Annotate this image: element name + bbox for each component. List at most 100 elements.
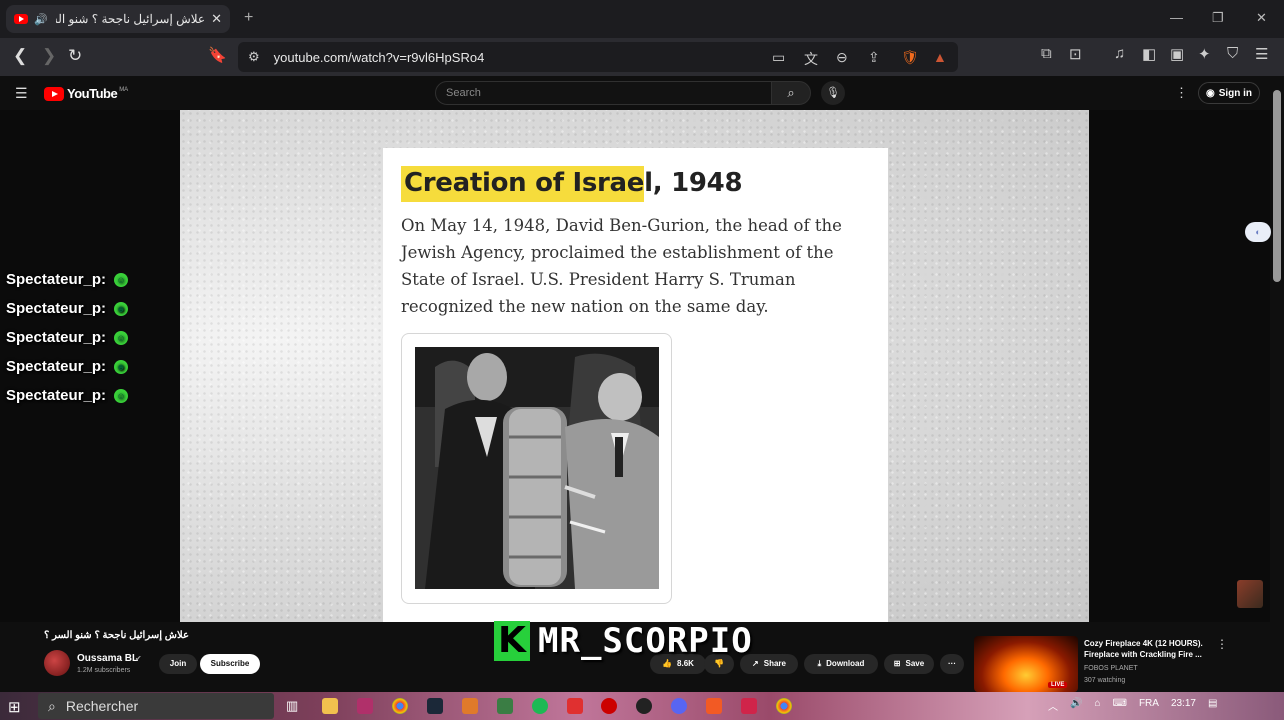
app-icon[interactable]: [567, 698, 583, 714]
screenshot-icon[interactable]: ⊡: [1069, 45, 1082, 63]
app-icon[interactable]: [497, 698, 513, 714]
bookmark-icon[interactable]: 🔖: [208, 46, 227, 64]
chrome-icon[interactable]: [776, 698, 792, 714]
share-icon[interactable]: ⇪: [868, 49, 880, 66]
volume-icon[interactable]: 🔊: [1070, 698, 1082, 713]
download-icon: ⤓: [817, 659, 822, 668]
windows-start-icon[interactable]: ⊞: [8, 698, 21, 716]
tab-close-icon[interactable]: ✕: [211, 11, 222, 27]
brave-icon[interactable]: [706, 698, 722, 714]
channel-avatar[interactable]: [44, 650, 70, 676]
browser-tab-bar: 🔊 علاش إسرائيل ناجحة ؟ شنو السر ؟ ✕ + — …: [0, 0, 1284, 38]
speaker-icon[interactable]: 🔊: [34, 13, 48, 26]
search-button[interactable]: ⌕: [771, 81, 811, 105]
youtube-logo[interactable]: YouTube MA: [44, 86, 128, 101]
save-icon: ⊞: [893, 659, 901, 668]
leo-ai-icon[interactable]: ✦: [1198, 45, 1211, 63]
brave-shields-icon[interactable]: 🛡: [901, 49, 919, 66]
historical-photo: [415, 347, 659, 589]
title-rest: l, 1948: [644, 168, 743, 198]
chevron-up-icon[interactable]: ︿: [1048, 698, 1058, 713]
new-tab-button[interactable]: +: [244, 9, 253, 27]
browser-toolbar: ❮ ❯ ↻ 🔖 ⚙ youtube.com/watch?v=r9vl6HpSRo…: [0, 38, 1284, 76]
subscribe-button[interactable]: Subscribe: [200, 654, 260, 674]
chat-message: Spectateur_p: ☺: [6, 387, 129, 404]
more-options-icon[interactable]: ⋮: [1175, 85, 1188, 101]
discord-icon[interactable]: [671, 698, 687, 714]
card-title: Creation of Israel, 1948: [401, 166, 743, 202]
live-badge: LIVE: [1048, 682, 1068, 688]
search-icon: ⌕: [48, 697, 56, 714]
youtube-header: ☰ YouTube MA Search ⌕ 🎙 ⋮ ◉ Sign in: [0, 76, 1284, 110]
clock[interactable]: 23:17: [1171, 698, 1196, 713]
recommended-video-title[interactable]: Cozy Fireplace 4K (12 HOURS). Fireplace …: [1084, 638, 1214, 660]
smile-emoji-icon: ☻: [114, 301, 129, 316]
back-icon[interactable]: ❮: [13, 46, 27, 66]
menu-icon[interactable]: ☰: [1255, 45, 1268, 63]
video-title: علاش إسرائيل ناجحة ؟ شنو السر ؟: [44, 630, 189, 641]
zoom-icon[interactable]: ⊖: [836, 49, 848, 66]
obs-icon[interactable]: [636, 698, 652, 714]
channel-name[interactable]: Oussama BL: [77, 653, 138, 664]
media-icon[interactable]: ♫: [1114, 45, 1125, 62]
record-icon[interactable]: [601, 698, 617, 714]
address-bar[interactable]: ⚙ youtube.com/watch?v=r9vl6HpSRo4: [238, 42, 958, 72]
minimize-button[interactable]: —: [1170, 10, 1183, 25]
recommended-channel[interactable]: FOBOS PLANET: [1084, 665, 1138, 672]
hamburger-menu-icon[interactable]: ☰: [15, 85, 28, 102]
download-button[interactable]: ⤓ Download: [804, 654, 878, 674]
notification-icon[interactable]: ▤: [1208, 698, 1217, 713]
sidebar-icon[interactable]: ◧: [1142, 45, 1156, 63]
app-icon[interactable]: [462, 698, 478, 714]
share-arrow-icon: ↗: [752, 659, 759, 668]
steam-icon[interactable]: [427, 698, 443, 714]
scrollbar-thumb[interactable]: [1273, 90, 1281, 282]
task-view-icon[interactable]: ▥: [286, 698, 302, 714]
verified-icon: ✔: [135, 654, 142, 663]
network-icon[interactable]: ⌂: [1094, 698, 1100, 713]
app-icon[interactable]: [357, 698, 373, 714]
chrome-icon[interactable]: [392, 698, 408, 714]
search-icon: ⌕: [787, 85, 795, 100]
forward-icon[interactable]: ❯: [42, 46, 56, 66]
recommended-more-icon[interactable]: ⋮: [1216, 637, 1228, 651]
card-body-text: On May 14, 1948, David Ben-Gurion, the h…: [401, 216, 842, 316]
browser-tab[interactable]: 🔊 علاش إسرائيل ناجحة ؟ شنو السر ؟ ✕: [6, 5, 230, 33]
youtube-play-icon: [44, 86, 64, 101]
app-icon[interactable]: [741, 698, 757, 714]
taskbar-search[interactable]: ⌕ Rechercher: [38, 693, 274, 719]
watermark-text: MR_SCORPIO: [538, 621, 753, 661]
close-window-button[interactable]: ✕: [1256, 10, 1267, 26]
floating-assistant-icon[interactable]: ◐: [1245, 222, 1271, 242]
more-actions-button[interactable]: ···: [940, 654, 964, 674]
join-button[interactable]: Join: [159, 654, 197, 674]
voice-search-icon[interactable]: 🎙: [821, 81, 845, 105]
translate-icon[interactable]: 文: [804, 49, 818, 69]
chat-message: Spectateur_p: ☻: [6, 300, 129, 317]
language-indicator[interactable]: FRA: [1139, 698, 1159, 713]
save-button[interactable]: ⊞ Save: [884, 654, 934, 674]
cast-icon[interactable]: ▭: [772, 49, 785, 66]
recommended-viewers: 307 watching: [1084, 677, 1126, 684]
photo-illustration: [415, 347, 659, 589]
chat-message: Spectateur_p: ☺: [6, 329, 129, 346]
keyboard-icon[interactable]: ⌨: [1113, 698, 1127, 713]
file-explorer-icon[interactable]: [322, 698, 338, 714]
tab-title: علاش إسرائيل ناجحة ؟ شنو السر ؟: [56, 12, 206, 26]
sign-in-button[interactable]: ◉ Sign in: [1198, 82, 1260, 104]
photo-frame: [401, 333, 672, 604]
url-text: youtube.com/watch?v=r9vl6HpSRo4: [273, 49, 485, 65]
smile-emoji-icon: ☺: [114, 388, 129, 403]
extensions-icon[interactable]: ⧉: [1041, 45, 1052, 62]
brave-rewards-icon[interactable]: ▲: [933, 49, 947, 65]
restore-button[interactable]: ❐: [1212, 10, 1224, 26]
youtube-favicon-icon: [14, 14, 28, 24]
search-input[interactable]: Search: [435, 81, 772, 105]
smile-emoji-icon: ☻: [114, 359, 129, 374]
wallet-icon[interactable]: ▣: [1170, 45, 1184, 63]
reload-icon[interactable]: ↻: [68, 46, 82, 66]
spotify-icon[interactable]: [532, 698, 548, 714]
vpn-icon[interactable]: ⛉: [1227, 45, 1238, 62]
site-settings-icon[interactable]: ⚙: [248, 49, 260, 65]
account-icon: ◉: [1205, 87, 1215, 99]
